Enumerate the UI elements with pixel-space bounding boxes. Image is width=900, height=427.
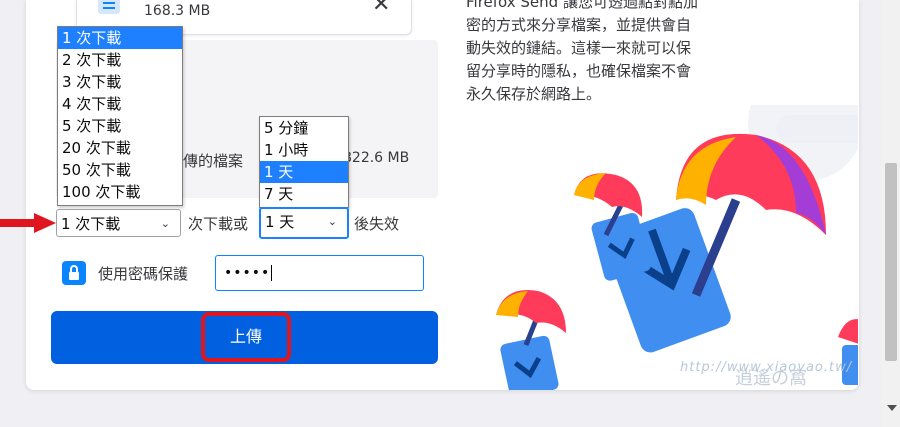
scrollbar-thumb[interactable] [885,163,897,361]
scroll-down-arrow-icon[interactable] [887,405,897,411]
upload-area-text: 傳的檔案 [183,152,244,170]
description-line: 密的方式來分享檔案，並提供會自 [466,16,692,34]
downloads-select-value: 1 次下載 [61,215,121,233]
chevron-down-icon: ⌄ [327,215,337,228]
password-value: ••••• [224,265,271,281]
time-option[interactable]: 1 小時 [260,139,348,161]
description-line: Firefox Send 讓您可透過點對點加 [466,0,698,11]
red-arrow-annotation-icon [0,213,56,233]
lock-icon [69,265,79,280]
downloads-option[interactable]: 100 次下載 [58,181,182,203]
downloads-select[interactable]: 1 次下載 ⌄ [56,209,181,237]
close-icon[interactable]: ✕ [372,0,390,17]
umbrella-files-illustration [496,105,858,390]
expiry-suffix-label: 後失效 [354,215,400,233]
description-line: 永久保存於網路上。 [466,85,602,103]
downloads-option[interactable]: 3 次下載 [58,71,182,93]
description-line: 動失效的鏈結。這樣一來就可以保 [466,39,692,57]
watermark-url: http://www.xiaoyao.tw/ [680,360,853,375]
password-input[interactable]: ••••• [215,255,424,291]
description-line: 留分享時的隱私，也確保檔案不會 [466,62,692,80]
file-size: 168.3 MB [144,3,211,19]
downloads-option[interactable]: 20 次下載 [58,137,182,159]
description-text: Firefox Send 讓您可透過點對點加密的方式來分享檔案，並提供會自 動失效… [466,0,746,106]
upload-button-label[interactable]: 上傳 [201,312,291,362]
time-select[interactable]: 1 天 ⌄ [259,207,349,239]
downloads-option[interactable]: 1 次下載 [58,27,182,49]
expiry-middle-label: 次下載或 [188,215,249,233]
time-select-value: 1 天 [265,213,295,231]
downloads-option[interactable]: 2 次下載 [58,49,182,71]
time-option[interactable]: 1 天 [260,161,348,183]
downloads-dropdown-list[interactable]: 1 次下載 2 次下載 3 次下載 4 次下載 5 次下載 20 次下載 50 次下載 100… [57,26,183,206]
time-option[interactable]: 7 天 [260,183,348,205]
time-option[interactable]: 5 分鐘 [260,117,348,139]
password-checkbox[interactable] [62,261,86,285]
password-label: 使用密碼保護 [98,265,189,283]
chevron-down-icon: ⌄ [160,217,170,230]
downloads-option[interactable]: 50 次下載 [58,159,182,181]
downloads-option[interactable]: 5 次下載 [58,115,182,137]
downloads-option[interactable]: 4 次下載 [58,93,182,115]
time-dropdown-list[interactable]: 5 分鐘 1 小時 1 天7 天 [259,116,349,208]
upload-area-size: 822.6 MB [343,150,410,166]
document-icon [98,0,120,14]
